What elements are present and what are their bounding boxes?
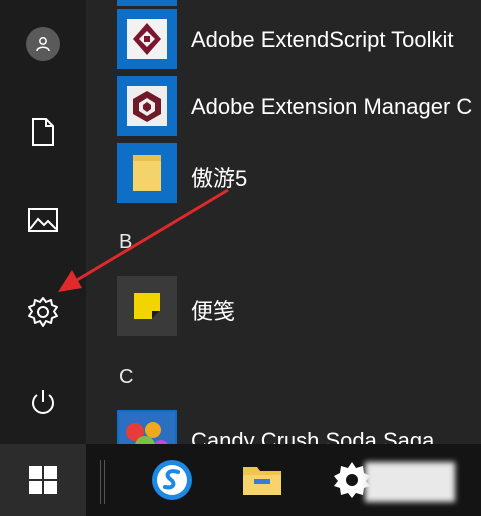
start-menu-rail [0,0,86,444]
maxthon-folder-icon [117,143,177,203]
power-button[interactable] [0,370,86,434]
picture-icon [28,208,58,232]
app-list: Adobe ExtendScript Toolkit Adobe Extensi… [86,0,481,444]
app-label: Adobe Extension Manager C [191,94,473,119]
file-explorer-button[interactable] [238,456,286,504]
taskbar [0,444,481,516]
person-icon [36,37,50,52]
taskbar-separator [100,460,105,504]
extendscript-icon [117,9,177,69]
section-header-c[interactable]: C [119,366,133,389]
gear-icon [28,297,58,327]
pictures-button[interactable] [0,188,86,252]
sogou-browser-icon [152,460,192,500]
sogou-browser-button[interactable] [148,456,196,504]
app-label: 便笺 [191,299,236,324]
document-icon [32,118,54,146]
power-icon [32,390,54,414]
documents-button[interactable] [0,100,86,164]
user-account-button[interactable] [0,12,86,76]
app-label: Candy Crush Soda Saga [191,428,435,444]
sticky-notes-icon [117,276,177,336]
windows-start-icon [29,466,57,494]
blurred-area [365,462,455,502]
start-button[interactable] [0,444,86,516]
app-label: Adobe ExtendScript Toolkit [191,27,454,52]
file-explorer-icon [243,467,281,495]
candy-crush-icon [117,410,177,444]
extension-manager-icon [117,76,177,136]
app-tile-partial[interactable] [117,0,177,6]
settings-button[interactable] [0,280,86,344]
app-label: 傲游5 [191,166,248,191]
section-header-b[interactable]: B [119,231,132,254]
user-avatar [26,27,60,61]
